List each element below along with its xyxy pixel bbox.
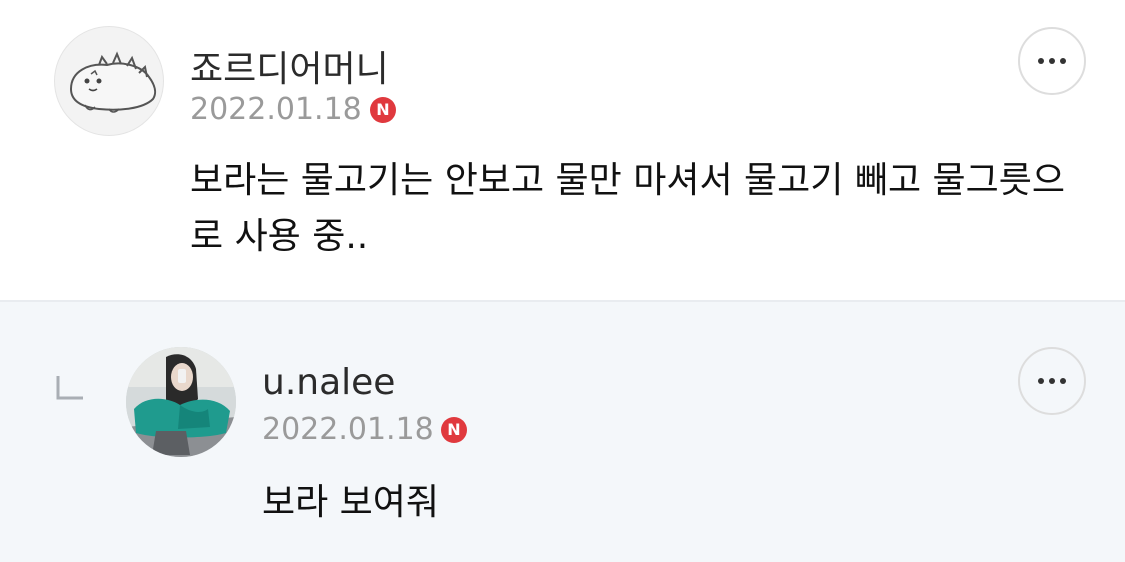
new-badge: N xyxy=(370,97,396,123)
user-photo-icon xyxy=(126,347,236,457)
more-options-button[interactable] xyxy=(1018,347,1086,415)
avatar[interactable] xyxy=(54,26,164,136)
more-options-button[interactable] xyxy=(1018,27,1086,95)
jordy-character-icon xyxy=(69,51,157,113)
comment-text: 보라는 물고기는 안보고 물만 마셔서 물고기 빼고 물그릇으로 사용 중.. xyxy=(190,160,1065,257)
reply-indicator-icon xyxy=(56,376,83,400)
more-options-icon xyxy=(1038,58,1066,64)
more-options-icon xyxy=(1038,378,1066,384)
reply-text: 보라 보여줘 xyxy=(262,482,440,523)
comment-item: 죠르디어머니 2022.01.18 N 보라는 물고기는 안보고 물만 마셔서 … xyxy=(0,0,1125,300)
avatar[interactable] xyxy=(126,347,236,457)
comment-author[interactable]: 죠르디어머니 xyxy=(190,40,389,92)
reply-item: u.nalee 2022.01.18 N 보라 보여줘 xyxy=(0,302,1125,562)
new-badge: N xyxy=(441,417,467,443)
reply-author[interactable]: u.nalee xyxy=(262,362,395,403)
comment-date: 2022.01.18 xyxy=(190,92,362,127)
reply-date: 2022.01.18 xyxy=(262,412,434,447)
